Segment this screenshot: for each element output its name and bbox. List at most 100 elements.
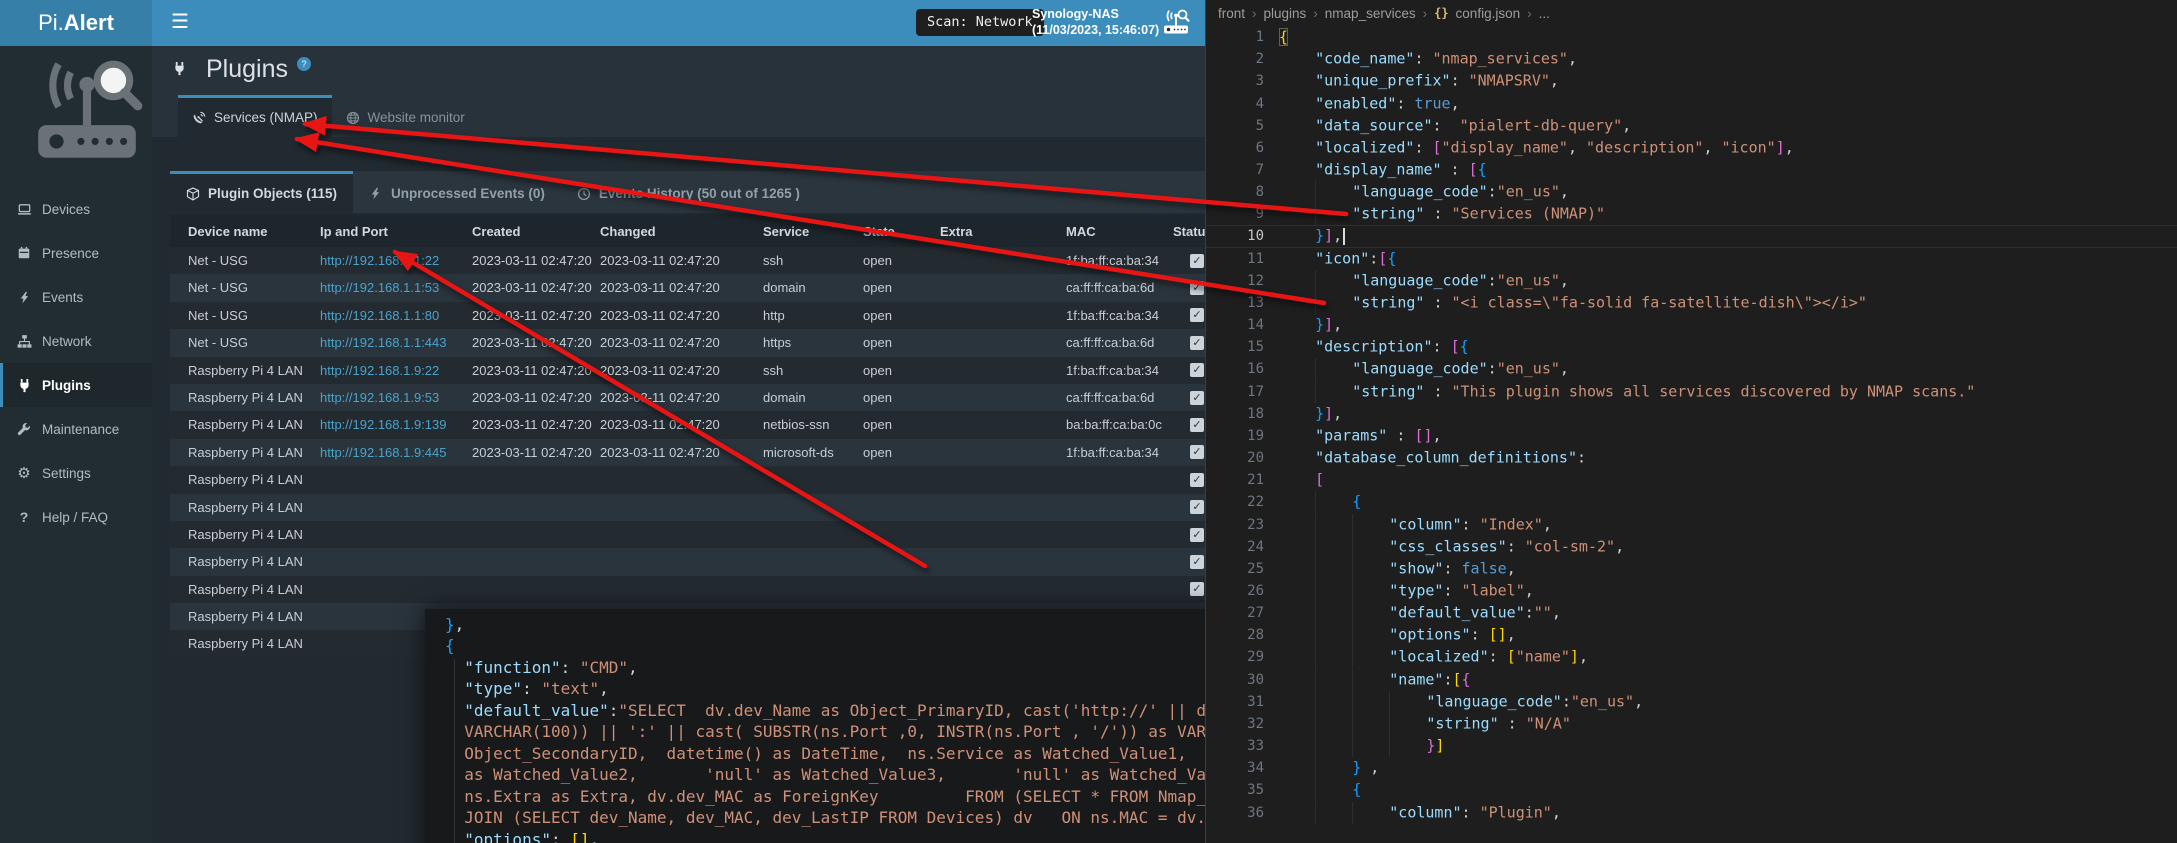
line-number: 4 <box>1206 96 1279 112</box>
cell-ip[interactable]: http://192.168.1.1:80 <box>320 302 472 329</box>
subtab-unprocessed-events[interactable]: Unprocessed Events (0) <box>353 171 561 213</box>
editor-line[interactable]: 17"string" : "This plugin shows all serv… <box>1206 381 2177 403</box>
column-header[interactable]: Device name <box>188 224 320 239</box>
editor-line[interactable]: 36"column": "Plugin", <box>1206 801 2177 823</box>
editor-line[interactable]: 25"show": false, <box>1206 558 2177 580</box>
wrench-icon <box>16 421 32 437</box>
cell-device: Raspberry Pi 4 LAN <box>188 576 320 603</box>
editor-line[interactable]: 11"icon":[{ <box>1206 248 2177 270</box>
editor-line[interactable]: 33}] <box>1206 735 2177 757</box>
editor-line[interactable]: 26"type": "label", <box>1206 580 2177 602</box>
editor-line[interactable]: 16"language_code":"en_us", <box>1206 358 2177 380</box>
sidebar-item-help[interactable]: ?Help / FAQ <box>0 495 152 539</box>
subtab-events-history[interactable]: Events History (50 out of 1265 ) <box>561 171 816 213</box>
subtab-plugin-objects[interactable]: Plugin Objects (115) <box>170 171 353 213</box>
breadcrumb-item[interactable]: front <box>1218 6 1245 21</box>
editor-line[interactable]: 21[ <box>1206 469 2177 491</box>
column-header[interactable]: Extra <box>940 224 1066 239</box>
help-badge[interactable]: ? <box>297 57 311 71</box>
hamburger-icon[interactable]: ☰ <box>160 0 200 46</box>
editor-line[interactable]: 4"enabled": true, <box>1206 92 2177 114</box>
row-checkbox[interactable]: ✓ <box>1190 281 1204 295</box>
sidebar-item-devices[interactable]: Devices <box>0 187 152 231</box>
editor-code-area[interactable]: 1{2"code_name": "nmap_services",3"unique… <box>1206 26 2177 824</box>
editor-line[interactable]: 3"unique_prefix": "NMAPSRV", <box>1206 70 2177 92</box>
editor-line[interactable]: 14}], <box>1206 314 2177 336</box>
editor-line[interactable]: 30"name":[{ <box>1206 669 2177 691</box>
tab-website-monitor[interactable]: Website monitor <box>332 95 479 137</box>
column-header[interactable]: Ip and Port <box>320 224 472 239</box>
editor-line[interactable]: 20"database_column_definitions": <box>1206 447 2177 469</box>
editor-line[interactable]: 34} , <box>1206 757 2177 779</box>
editor-line[interactable]: 13"string" : "<i class=\"fa-solid fa-sat… <box>1206 292 2177 314</box>
editor-line[interactable]: 7"display_name" : [{ <box>1206 159 2177 181</box>
editor-line[interactable]: 23"column": "Index", <box>1206 513 2177 535</box>
editor-line[interactable]: 24"css_classes": "col-sm-2", <box>1206 536 2177 558</box>
tab-services-nmap[interactable]: Services (NMAP) <box>178 95 332 137</box>
sidebar-item-plugins[interactable]: Plugins <box>0 363 152 407</box>
editor-line[interactable]: 5"data_source": "pialert-db-query", <box>1206 115 2177 137</box>
editor-line[interactable]: 29"localized": ["name"], <box>1206 646 2177 668</box>
editor-line[interactable]: 10}], <box>1206 225 2177 247</box>
cell-ip[interactable]: http://192.168.1.1:53 <box>320 274 472 301</box>
cell-ip[interactable]: http://192.168.1.9:445 <box>320 439 472 466</box>
row-checkbox[interactable]: ✓ <box>1190 500 1204 514</box>
line-number: 14 <box>1206 317 1279 333</box>
editor-line[interactable]: 2"code_name": "nmap_services", <box>1206 48 2177 70</box>
row-checkbox[interactable]: ✓ <box>1190 336 1204 350</box>
column-header[interactable]: MAC <box>1066 224 1173 239</box>
editor-line[interactable]: 31"language_code":"en_us", <box>1206 691 2177 713</box>
editor-line[interactable]: 19"params" : [], <box>1206 425 2177 447</box>
app-logo[interactable]: Pi.Alert <box>0 0 152 46</box>
cell-ip[interactable]: http://192.168.1.9:139 <box>320 411 472 438</box>
editor-line[interactable]: 18}], <box>1206 403 2177 425</box>
breadcrumb[interactable]: front›plugins›nmap_services›{}config.jso… <box>1206 0 2177 26</box>
row-checkbox[interactable]: ✓ <box>1190 582 1204 596</box>
sidebar-item-events[interactable]: Events <box>0 275 152 319</box>
editor-line[interactable]: 12"language_code":"en_us", <box>1206 270 2177 292</box>
cell-ip[interactable]: http://192.168.1.9:53 <box>320 384 472 411</box>
bolt-icon <box>16 289 32 305</box>
row-checkbox[interactable]: ✓ <box>1190 254 1204 268</box>
overlay-code-line: "options": [], <box>445 829 1205 843</box>
sidebar-item-presence[interactable]: Presence <box>0 231 152 275</box>
breadcrumb-item[interactable]: plugins <box>1264 6 1307 21</box>
row-checkbox[interactable]: ✓ <box>1190 308 1204 322</box>
row-checkbox[interactable]: ✓ <box>1190 391 1204 405</box>
editor-line[interactable]: 8"language_code":"en_us", <box>1206 181 2177 203</box>
row-checkbox[interactable]: ✓ <box>1190 555 1204 569</box>
row-checkbox[interactable]: ✓ <box>1190 473 1204 487</box>
breadcrumb-item[interactable]: ... <box>1539 6 1550 21</box>
column-header[interactable]: State <box>863 224 940 239</box>
row-checkbox[interactable]: ✓ <box>1190 445 1204 459</box>
editor-line[interactable]: 15"description": [{ <box>1206 336 2177 358</box>
column-header[interactable]: Created <box>472 224 600 239</box>
editor-line[interactable]: 28"options": [], <box>1206 624 2177 646</box>
editor-line[interactable]: 1{ <box>1206 26 2177 48</box>
cell-device: Raspberry Pi 4 LAN <box>188 630 320 657</box>
editor-line[interactable]: 27"default_value":"", <box>1206 602 2177 624</box>
editor-line[interactable]: 22{ <box>1206 491 2177 513</box>
column-header[interactable]: Service <box>763 224 863 239</box>
editor-line[interactable]: 35{ <box>1206 779 2177 801</box>
cell-ip[interactable]: http://192.168.1.1:443 <box>320 329 472 356</box>
column-header[interactable]: Status <box>1173 224 1205 239</box>
row-checkbox[interactable]: ✓ <box>1190 418 1204 432</box>
sidebar-item-network[interactable]: Network <box>0 319 152 363</box>
editor-line[interactable]: 32"string" : "N/A" <box>1206 713 2177 735</box>
cell-ip[interactable]: http://192.168.1.1:22 <box>320 247 472 274</box>
column-header[interactable]: Changed <box>600 224 763 239</box>
sidebar-item-maintenance[interactable]: Maintenance <box>0 407 152 451</box>
cell-ip[interactable]: http://192.168.1.9:22 <box>320 357 472 384</box>
sidebar-item-settings[interactable]: ⚙Settings <box>0 451 152 495</box>
row-checkbox[interactable]: ✓ <box>1190 363 1204 377</box>
breadcrumb-item[interactable]: nmap_services <box>1325 6 1416 21</box>
view-tabs: Plugin Objects (115)Unprocessed Events (… <box>170 171 1205 213</box>
breadcrumb-item[interactable]: config.json <box>1456 6 1521 21</box>
sidebar-menu: DevicesPresenceEventsNetworkPlugins Maint… <box>0 187 152 539</box>
row-checkbox[interactable]: ✓ <box>1190 528 1204 542</box>
cell-mac: 1f:ba:ff:ca:ba:34 <box>1066 439 1173 466</box>
sidebar-item-label: Maintenance <box>42 422 119 437</box>
editor-line[interactable]: 6"localized": ["display_name", "descript… <box>1206 137 2177 159</box>
editor-line[interactable]: 9"string" : "Services (NMAP)" <box>1206 203 2177 225</box>
